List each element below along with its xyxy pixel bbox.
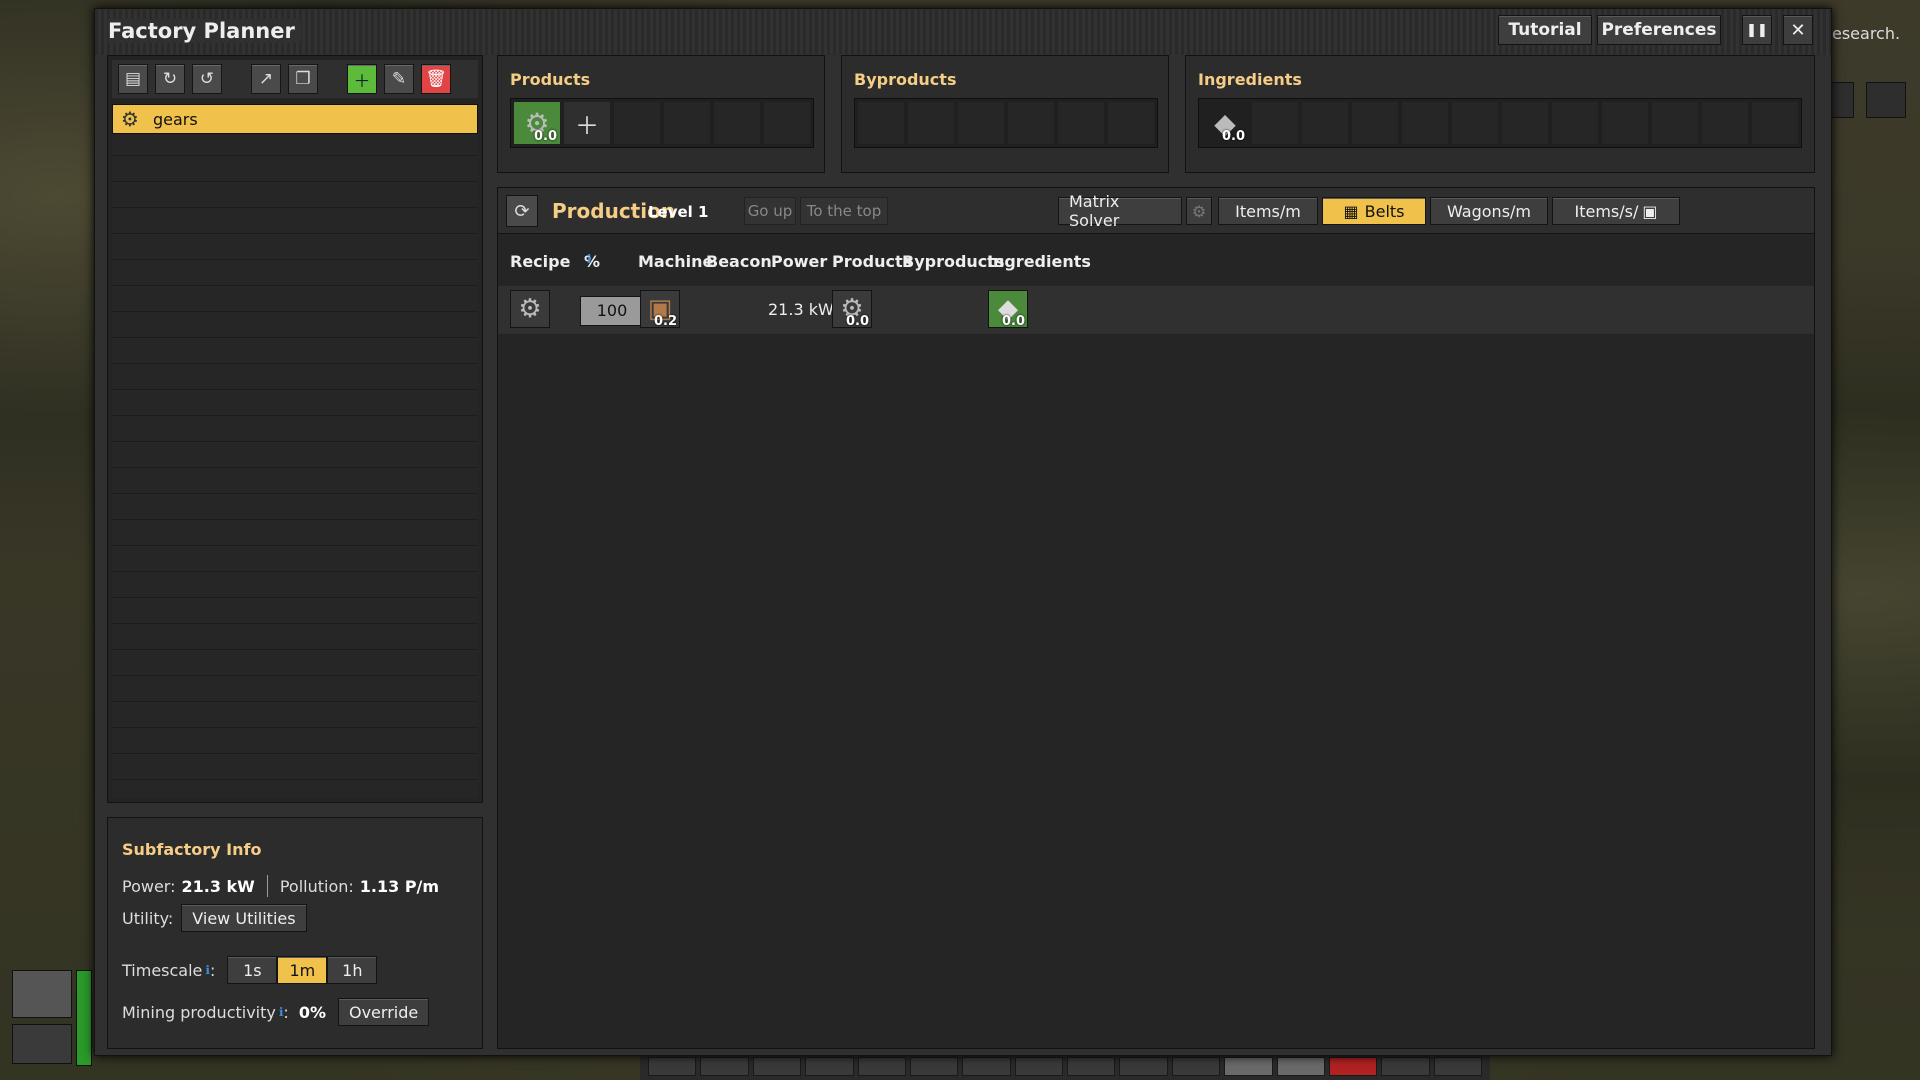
col-products: Products [832, 252, 913, 271]
iron-plate-icon[interactable]: ◆ 0.0 [1202, 102, 1248, 145]
override-button[interactable]: Override [337, 998, 430, 1026]
iron-plate-icon[interactable]: ◆ 0.0 [988, 290, 1028, 329]
info-icon: ℹ [587, 252, 592, 266]
gear-icon: ⚙ [121, 107, 139, 131]
subfactory-list[interactable]: ⚙ gears [112, 104, 478, 798]
delete-icon[interactable]: 🗑 [421, 64, 451, 94]
archive-icon[interactable]: ▤ [118, 64, 148, 94]
power-label: Power: [122, 876, 176, 896]
unit-items-per-minute[interactable]: Items/m [1218, 197, 1318, 225]
assembling-machine-icon[interactable]: ▣ 0.2 [640, 290, 680, 329]
timescale-1m[interactable]: 1m [277, 956, 328, 984]
byproducts-slots [854, 98, 1158, 148]
unit-wagons-per-minute[interactable]: Wagons/m [1430, 197, 1548, 225]
mining-value: 0% [298, 1002, 326, 1022]
go-up-button[interactable]: Go up [744, 197, 796, 225]
vehicle-icon[interactable] [12, 1024, 72, 1064]
col-machine: Machine [638, 252, 714, 271]
close-icon[interactable]: ✕ [1783, 15, 1813, 45]
power-row: Power: 21.3 kW Pollution: 1.13 P/m [122, 875, 439, 897]
products-slots: ⚙ 0.0 ＋ [510, 98, 814, 148]
machine-count: 0.2 [653, 314, 677, 329]
unit-belts[interactable]: ▦ Belts [1322, 197, 1426, 225]
row-power: 21.3 kW [768, 300, 834, 319]
matrix-solver-button[interactable]: Matrix Solver [1058, 192, 1182, 230]
research-label: esearch. [1832, 24, 1901, 43]
mining-label: Mining productivity [122, 1002, 276, 1022]
production-toolbar: ⟳ Production Level 1 Go up To the top Ma… [498, 188, 1814, 234]
achievements-icon[interactable] [1866, 82, 1906, 118]
character-portrait[interactable] [12, 970, 72, 1018]
col-beacon: Beacon [706, 252, 772, 271]
gear-icon[interactable]: ⚙ 0.0 [832, 290, 872, 329]
pollution-label: Pollution: [279, 876, 354, 896]
export-icon[interactable]: ↗ [251, 64, 281, 94]
edit-icon[interactable]: ✎ [384, 64, 414, 94]
add-icon[interactable]: ＋ [347, 64, 377, 94]
utility-row: Utility: View Utilities [122, 904, 307, 932]
production-table-header: Recipe % ℹ Machine Beacon Power Products … [510, 252, 1091, 271]
percent-input[interactable]: 100 [580, 296, 644, 326]
preferences-button[interactable]: Preferences [1597, 15, 1721, 45]
tutorial-button[interactable]: Tutorial [1498, 15, 1592, 45]
factory-planner-window: Factory Planner Tutorial Preferences ❚❚ … [94, 8, 1832, 1056]
health-bar [76, 970, 92, 1066]
table-row: ⚙ 100 ▣ 0.2 21.3 kW ⚙ 0.0 ◆ 0.0 [498, 286, 1814, 334]
pause-icon[interactable]: ❚❚ [1742, 15, 1772, 45]
pollution-value: 1.13 P/m [359, 876, 440, 896]
production-panel: ⟳ Production Level 1 Go up To the top Ma… [497, 187, 1815, 1049]
belt-icon: ▦ [1343, 201, 1359, 221]
unit-items-per-second-per-machine[interactable]: Items/s/▣ [1552, 197, 1680, 225]
timescale-label: Timescale [122, 960, 203, 980]
ingredients-panel: Ingredients ◆ 0.0 [1185, 55, 1815, 173]
utility-label: Utility: [122, 908, 174, 928]
power-value: 21.3 kW [181, 876, 255, 896]
mining-row: Mining productivity ℹ: 0% Override [122, 998, 430, 1026]
plus-icon[interactable]: ＋ [564, 102, 610, 144]
machine-icon: ▣ [1642, 201, 1658, 221]
window-title: Factory Planner [108, 19, 301, 43]
matrix-config-icon[interactable]: ⚙ [1186, 197, 1212, 225]
subfactory-name: gears [153, 109, 198, 129]
subfactory-item[interactable]: ⚙ gears [112, 104, 478, 134]
products-title: Products [510, 70, 591, 89]
ingredients-slots: ◆ 0.0 [1198, 98, 1802, 148]
subfactory-panel: ▤ ↻ ↺ ↗ ❐ ＋ ✎ 🗑 ⚙ gears [107, 55, 483, 803]
timescale-1s[interactable]: 1s [227, 956, 278, 984]
product-amount: 0.0 [533, 129, 557, 144]
ingredients-title: Ingredients [1198, 70, 1302, 89]
gear-icon[interactable]: ⚙ 0.0 [514, 102, 560, 144]
subfactory-info-title: Subfactory Info [122, 840, 262, 859]
row-ingredient-amount: 0.0 [1001, 314, 1025, 329]
title-bar[interactable]: Factory Planner Tutorial Preferences ❚❚ … [95, 9, 1831, 55]
ingredient-amount: 0.0 [1221, 129, 1245, 144]
col-ingredients: Ingredients [987, 252, 1091, 271]
gear-icon[interactable]: ⚙ [510, 290, 550, 328]
quickbar[interactable] [640, 1052, 1490, 1080]
products-panel: Products ⚙ 0.0 ＋ [497, 55, 825, 173]
undo-icon[interactable]: ↺ [192, 64, 222, 94]
view-utilities-button[interactable]: View Utilities [181, 904, 307, 932]
import-icon[interactable]: ↻ [155, 64, 185, 94]
row-product-amount: 0.0 [845, 314, 869, 329]
duplicate-icon[interactable]: ❐ [288, 64, 318, 94]
timescale-1h[interactable]: 1h [327, 956, 378, 984]
byproducts-title: Byproducts [854, 70, 957, 89]
timescale-row: Timescale ℹ: 1s 1m 1h [122, 956, 378, 984]
col-recipe: Recipe [510, 252, 571, 271]
production-level: Level 1 [648, 203, 709, 221]
subfactory-info-panel: Subfactory Info Power: 21.3 kW Pollution… [107, 817, 483, 1049]
refresh-icon[interactable]: ⟳ [506, 195, 538, 227]
col-power: Power [771, 252, 828, 271]
byproducts-panel: Byproducts [841, 55, 1169, 173]
subfactory-toolbar: ▤ ↻ ↺ ↗ ❐ ＋ ✎ 🗑 [112, 60, 478, 98]
to-the-top-button[interactable]: To the top [800, 197, 888, 225]
